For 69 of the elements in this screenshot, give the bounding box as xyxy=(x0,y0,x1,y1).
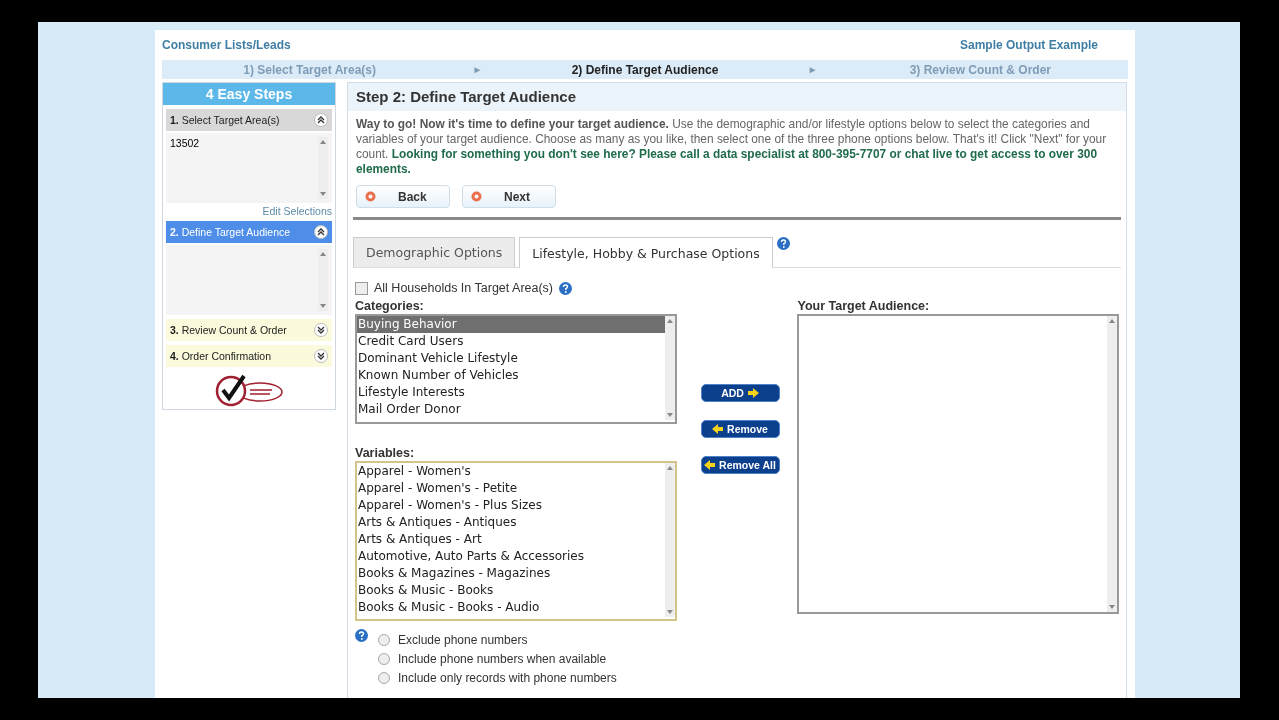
steps-title: 4 Easy Steps xyxy=(163,83,335,105)
left-arrow-icon xyxy=(704,460,716,470)
transfer-button[interactable]: Remove All xyxy=(700,456,780,474)
selection-item: 13502 xyxy=(170,137,200,149)
bullet-icon xyxy=(365,191,376,202)
step-header[interactable]: 1. Select Target Area(s) xyxy=(166,109,332,131)
step-title: Step 2: Define Target Audience xyxy=(348,83,1126,111)
radio-label: Exclude phone numbers xyxy=(398,633,528,647)
scrollbar[interactable] xyxy=(1107,316,1117,612)
list-option[interactable]: Lifestyle Interests xyxy=(357,384,665,401)
checkbox-label: All Households In Target Area(s) xyxy=(374,281,554,295)
seal-icon xyxy=(214,373,284,407)
variables-list[interactable] xyxy=(355,461,677,621)
help-icon[interactable] xyxy=(776,237,790,250)
list-option[interactable]: Books & Music - Books xyxy=(357,582,665,599)
radio-button[interactable] xyxy=(378,672,390,684)
nav-button[interactable]: Next xyxy=(462,185,556,208)
field-label: Your Target Audience: xyxy=(797,299,931,313)
transfer-button[interactable]: ADD xyxy=(700,384,780,402)
list-option[interactable]: Books & Music - Books - Audio xyxy=(357,599,665,616)
progress-step: 3) Review Count & Order xyxy=(832,62,1128,77)
help-icon[interactable] xyxy=(355,629,368,642)
radio-button[interactable] xyxy=(378,653,390,665)
nav-button[interactable]: Back xyxy=(356,185,450,208)
progress-step: 2) Define Target Audience xyxy=(497,62,793,77)
chevron-icon xyxy=(314,349,328,363)
intro-text: Way to go! Now it's time to define your target audience. Use the demographic and/or lifestyle options below to select the categories and variables of your target audience. Choose as many as you like, then select one of the three phone options below. That's it! Click "Next" for your count. Looking for something you don't see here? Please call a data specialist at 800-395-7707 or chat live to get access to over 300 elements. xyxy=(356,117,1108,177)
progress-step: 1) Select Target Area(s) xyxy=(162,62,458,77)
target-audience-list[interactable] xyxy=(797,314,1119,614)
step-header[interactable]: 4. Order Confirmation xyxy=(166,345,332,367)
radio-label: Include phone numbers when available xyxy=(398,652,607,666)
list-option[interactable]: Buying Behavior xyxy=(357,316,665,333)
options-tab[interactable]: Demographic Options xyxy=(353,237,516,267)
step-header[interactable]: 3. Review Count & Order xyxy=(166,319,332,341)
options-tab[interactable]: Lifestyle, Hobby & Purchase Options xyxy=(519,237,773,268)
list-option[interactable]: Apparel - Women's - Petite xyxy=(357,480,665,497)
right-arrow-icon xyxy=(747,388,759,398)
chevron-icon xyxy=(314,225,328,239)
page-title: Consumer Lists/Leads xyxy=(162,38,291,52)
list-option[interactable]: Apparel - Women's xyxy=(357,463,665,480)
left-arrow-icon xyxy=(712,424,724,434)
chevron-icon xyxy=(314,323,328,337)
list-option[interactable]: Automotive, Auto Parts & Accessories xyxy=(357,548,665,565)
scrollbar[interactable] xyxy=(664,463,675,617)
radio-label: Include only records with phone numbers xyxy=(398,671,617,685)
field-label: Categories: xyxy=(355,299,425,313)
list-option[interactable]: Books & Magazines - Magazines xyxy=(357,565,665,582)
bullet-icon xyxy=(471,191,482,202)
step-arrow: ► xyxy=(471,64,484,75)
help-icon[interactable] xyxy=(559,281,573,295)
step-arrow: ► xyxy=(806,64,819,75)
list-option[interactable]: Mail Order Donor xyxy=(357,401,665,418)
list-option[interactable]: Known Number of Vehicles xyxy=(357,367,665,384)
list-option[interactable]: Credit Card Users xyxy=(357,333,665,350)
chevron-icon xyxy=(314,113,328,127)
transfer-button[interactable]: Remove xyxy=(700,420,780,438)
sample-output-link[interactable]: Sample Output Example xyxy=(959,38,1098,52)
scrollbar[interactable] xyxy=(664,316,675,420)
list-option[interactable]: Apparel - Women's - Plus Sizes xyxy=(357,497,665,514)
scrollbar[interactable] xyxy=(318,137,328,199)
list-option[interactable]: Arts & Antiques - Art xyxy=(357,531,665,548)
list-option[interactable]: Dominant Vehicle Lifestyle xyxy=(357,350,665,367)
radio-button[interactable] xyxy=(378,634,390,646)
checkbox[interactable] xyxy=(355,281,368,295)
scrollbar[interactable] xyxy=(318,249,328,311)
edit-selections-link[interactable]: Edit Selections xyxy=(262,205,332,217)
categories-list[interactable]: Buying Behavior Credit Card Users Dominant Vehicle Lifestyle Known Number of Vehicles Lifestyle Interests Mail Order Donor xyxy=(355,314,677,424)
list-option[interactable]: Arts & Antiques - Antiques xyxy=(357,514,665,531)
field-label: Variables: xyxy=(355,446,416,460)
